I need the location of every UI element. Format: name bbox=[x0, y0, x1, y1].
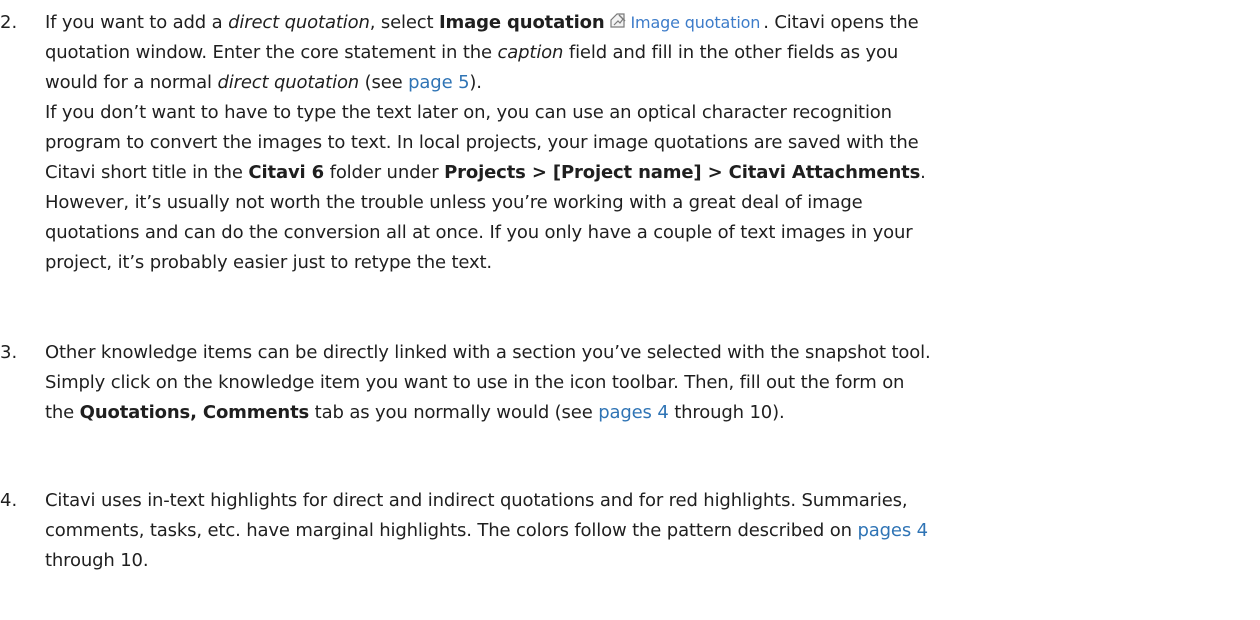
body-text: project, it’s probably easier just to re… bbox=[45, 252, 492, 273]
body-text: comments, tasks, etc. have marginal high… bbox=[45, 520, 858, 541]
bold-text: Quotations, Comments bbox=[79, 402, 310, 423]
body-text: would for a normal bbox=[45, 72, 218, 93]
body-text: quotation window. Enter the core stateme… bbox=[45, 42, 498, 63]
image-quotation-icon bbox=[610, 13, 626, 28]
text-line: If you want to add a direct quotation, s… bbox=[45, 8, 1240, 38]
italic-text: caption bbox=[497, 42, 564, 63]
list-number: 2. bbox=[0, 12, 18, 33]
italic-text: direct quotation bbox=[228, 12, 370, 33]
body-text: Citavi short title in the bbox=[45, 162, 249, 183]
text-line: Simply click on the knowledge item you w… bbox=[45, 368, 1240, 398]
body-text: quotations and can do the conversion all… bbox=[45, 222, 913, 243]
bold-text: Projects > [Project name] > Citavi Attac… bbox=[444, 162, 921, 183]
body-text: , select bbox=[369, 12, 439, 33]
text-line: If you don’t want to have to type the te… bbox=[45, 98, 1240, 128]
text-line: quotation window. Enter the core stateme… bbox=[45, 38, 1240, 68]
body-text: If you don’t want to have to type the te… bbox=[45, 102, 892, 123]
document-page: 2. If you want to add a direct quotation… bbox=[0, 0, 1260, 620]
body-text: through 10. bbox=[45, 550, 149, 571]
italic-text: direct quotation bbox=[217, 72, 360, 93]
text-line: However, it’s usually not worth the trou… bbox=[45, 188, 1240, 218]
body-text: Simply click on the knowledge item you w… bbox=[45, 372, 905, 393]
page-link[interactable]: page 5 bbox=[408, 72, 469, 93]
text-line: through 10. bbox=[45, 546, 1240, 576]
list-item-body: Citavi uses in-text highlights for direc… bbox=[45, 486, 1240, 576]
body-text: field and fill in the other fields as yo… bbox=[563, 42, 899, 63]
body-text: folder under bbox=[324, 162, 445, 183]
bold-text: Image quotation bbox=[439, 12, 605, 33]
text-line: Citavi uses in-text highlights for direc… bbox=[45, 486, 1240, 516]
text-line: comments, tasks, etc. have marginal high… bbox=[45, 516, 1240, 546]
text-line: quotations and can do the conversion all… bbox=[45, 218, 1240, 248]
body-text: tab as you normally would (see bbox=[309, 402, 599, 423]
body-text: (see bbox=[359, 72, 409, 93]
list-item-body: If you want to add a direct quotation, s… bbox=[45, 8, 1240, 278]
body-text: the bbox=[45, 402, 80, 423]
body-text: . bbox=[920, 162, 926, 183]
text-line: program to convert the images to text. I… bbox=[45, 128, 1240, 158]
text-line: Other knowledge items can be directly li… bbox=[45, 338, 1240, 368]
body-text: If you want to add a bbox=[45, 12, 229, 33]
page-link[interactable]: pages 4 bbox=[598, 402, 669, 423]
list-number: 4. bbox=[0, 490, 18, 511]
image-quotation-button-label: Image quotation bbox=[630, 13, 761, 32]
body-text: ). bbox=[469, 72, 482, 93]
text-line: the Quotations, Comments tab as you norm… bbox=[45, 398, 1240, 428]
body-text: . Citavi opens the bbox=[763, 12, 919, 33]
body-text: program to convert the images to text. I… bbox=[45, 132, 919, 153]
text-line: would for a normal direct quotation (see… bbox=[45, 68, 1240, 98]
text-line: Citavi short title in the Citavi 6 folde… bbox=[45, 158, 1240, 188]
page-link[interactable]: pages 4 bbox=[857, 520, 928, 541]
list-item-body: Other knowledge items can be directly li… bbox=[45, 338, 1240, 428]
body-text: However, it’s usually not worth the trou… bbox=[45, 192, 863, 213]
body-text: Citavi uses in-text highlights for direc… bbox=[45, 490, 908, 511]
body-text: Other knowledge items can be directly li… bbox=[45, 342, 931, 363]
bold-text: Citavi 6 bbox=[248, 162, 325, 183]
list-number: 3. bbox=[0, 342, 18, 363]
text-line: project, it’s probably easier just to re… bbox=[45, 248, 1240, 278]
body-text: through 10). bbox=[668, 402, 785, 423]
